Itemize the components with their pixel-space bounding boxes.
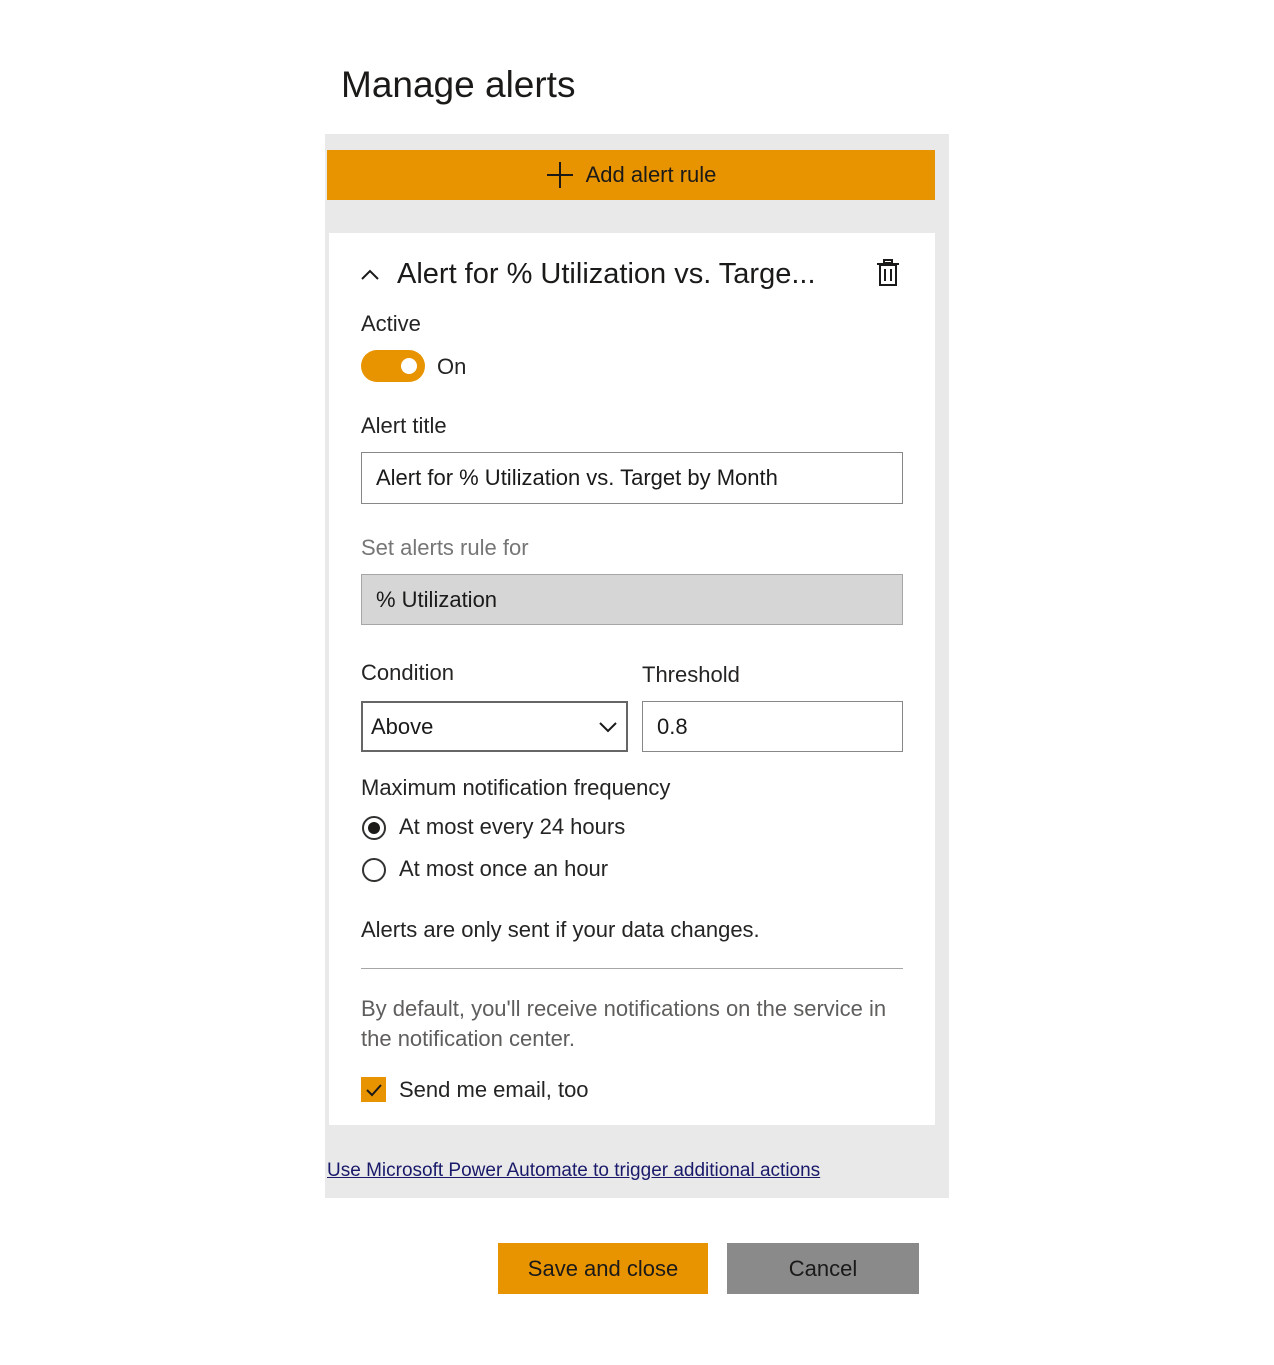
condition-label: Condition <box>361 660 454 685</box>
save-and-close-button[interactable]: Save and close <box>498 1243 708 1294</box>
default-notification-note: By default, you'll receive notifications… <box>361 996 887 1051</box>
frequency-radio-24-hours[interactable] <box>362 816 386 840</box>
frequency-option-24-hours[interactable]: At most every 24 hours <box>399 813 625 841</box>
trash-icon[interactable] <box>876 259 900 287</box>
chevron-down-icon <box>599 721 617 732</box>
active-toggle[interactable] <box>361 350 425 382</box>
set-alerts-rule-label: Set alerts rule for <box>361 535 529 560</box>
frequency-radio-once-hour[interactable] <box>362 858 386 882</box>
dialog-title: Manage alerts <box>341 64 576 105</box>
cancel-button[interactable]: Cancel <box>727 1243 919 1294</box>
add-alert-rule-label: Add alert rule <box>585 162 717 187</box>
divider <box>361 968 903 969</box>
threshold-label: Threshold <box>642 662 740 687</box>
plus-icon <box>546 162 573 188</box>
send-email-label[interactable]: Send me email, too <box>399 1076 589 1104</box>
threshold-value: 0.8 <box>657 713 688 739</box>
active-label: Active <box>361 311 421 336</box>
radio-selected-dot <box>368 822 380 834</box>
threshold-input[interactable]: 0.8 <box>642 701 903 752</box>
checkmark-icon <box>365 1083 382 1096</box>
condition-value: Above <box>371 713 434 739</box>
active-state-label: On <box>437 354 467 379</box>
data-change-note: Alerts are only sent if your data change… <box>361 917 760 942</box>
alert-title-label: Alert title <box>361 413 447 438</box>
frequency-label: Maximum notification frequency <box>361 775 671 800</box>
alert-title-value: Alert for % Utilization vs. Target by Mo… <box>376 465 778 490</box>
measure-value: % Utilization <box>376 586 498 612</box>
power-automate-link[interactable]: Use Microsoft Power Automate to trigger … <box>327 1158 820 1184</box>
add-alert-rule-button[interactable]: Add alert rule <box>327 150 935 200</box>
toggle-knob <box>401 358 417 374</box>
alert-title-input[interactable]: Alert for % Utilization vs. Target by Mo… <box>361 452 903 504</box>
condition-dropdown[interactable]: Above <box>361 701 628 752</box>
chevron-up-icon[interactable] <box>360 266 380 282</box>
frequency-option-once-hour[interactable]: At most once an hour <box>399 855 608 883</box>
measure-field: % Utilization <box>361 574 903 625</box>
alert-rule-header[interactable]: Alert for % Utilization vs. Targe... <box>397 255 816 293</box>
send-email-checkbox[interactable] <box>361 1077 386 1102</box>
